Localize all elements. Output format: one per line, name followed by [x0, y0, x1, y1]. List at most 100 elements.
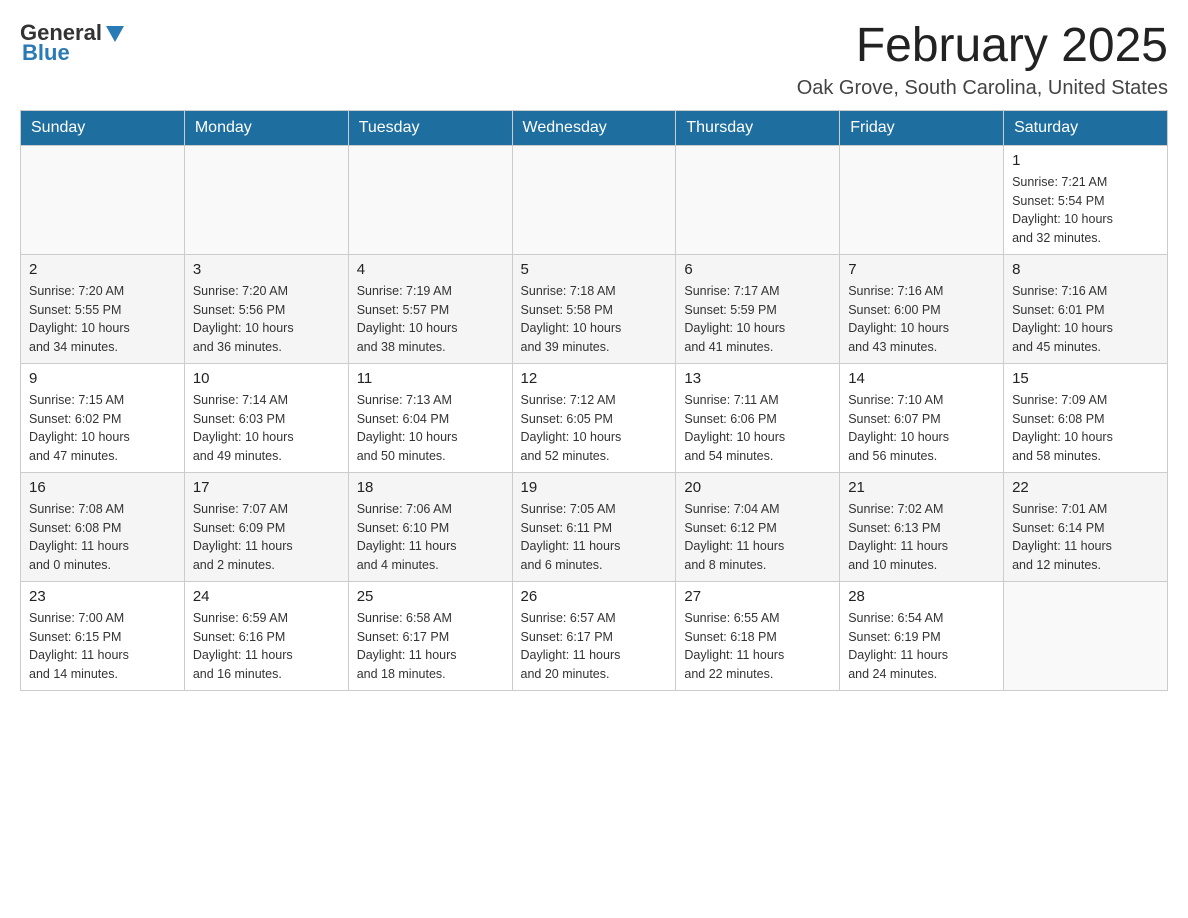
day-number: 22	[1012, 479, 1159, 496]
weekday-header-row: SundayMondayTuesdayWednesdayThursdayFrid…	[21, 110, 1168, 145]
day-number: 20	[684, 479, 831, 496]
day-info: Sunrise: 7:13 AM Sunset: 6:04 PM Dayligh…	[357, 391, 504, 466]
calendar-day-cell: 26 Sunrise: 6:57 AM Sunset: 6:17 PM Dayli…	[512, 581, 676, 690]
calendar-empty-cell	[1004, 581, 1168, 690]
day-number: 1	[1012, 152, 1159, 169]
weekday-header-wednesday: Wednesday	[512, 110, 676, 145]
calendar-empty-cell	[348, 145, 512, 254]
day-number: 4	[357, 261, 504, 278]
day-info: Sunrise: 7:00 AM Sunset: 6:15 PM Dayligh…	[29, 609, 176, 684]
calendar-day-cell: 24 Sunrise: 6:59 AM Sunset: 6:16 PM Dayli…	[184, 581, 348, 690]
day-info: Sunrise: 7:16 AM Sunset: 6:00 PM Dayligh…	[848, 282, 995, 357]
day-number: 26	[521, 588, 668, 605]
day-info: Sunrise: 7:16 AM Sunset: 6:01 PM Dayligh…	[1012, 282, 1159, 357]
day-number: 17	[193, 479, 340, 496]
location-title: Oak Grove, South Carolina, United States	[797, 77, 1168, 100]
day-info: Sunrise: 7:07 AM Sunset: 6:09 PM Dayligh…	[193, 500, 340, 575]
day-info: Sunrise: 6:54 AM Sunset: 6:19 PM Dayligh…	[848, 609, 995, 684]
weekday-header-sunday: Sunday	[21, 110, 185, 145]
day-info: Sunrise: 7:01 AM Sunset: 6:14 PM Dayligh…	[1012, 500, 1159, 575]
calendar-day-cell: 22 Sunrise: 7:01 AM Sunset: 6:14 PM Dayli…	[1004, 472, 1168, 581]
day-info: Sunrise: 7:20 AM Sunset: 5:56 PM Dayligh…	[193, 282, 340, 357]
calendar-day-cell: 4 Sunrise: 7:19 AM Sunset: 5:57 PM Daylig…	[348, 254, 512, 363]
day-number: 18	[357, 479, 504, 496]
calendar-day-cell: 20 Sunrise: 7:04 AM Sunset: 6:12 PM Dayli…	[676, 472, 840, 581]
calendar-day-cell: 9Sunrise: 7:15 AM Sunset: 6:02 PM Daylig…	[21, 363, 185, 472]
calendar-day-cell: 6Sunrise: 7:17 AM Sunset: 5:59 PM Daylig…	[676, 254, 840, 363]
day-info: Sunrise: 7:11 AM Sunset: 6:06 PM Dayligh…	[684, 391, 831, 466]
calendar-day-cell: 12 Sunrise: 7:12 AM Sunset: 6:05 PM Dayli…	[512, 363, 676, 472]
calendar-day-cell: 2 Sunrise: 7:20 AM Sunset: 5:55 PM Daylig…	[21, 254, 185, 363]
calendar-table: SundayMondayTuesdayWednesdayThursdayFrid…	[20, 110, 1168, 691]
day-info: Sunrise: 6:55 AM Sunset: 6:18 PM Dayligh…	[684, 609, 831, 684]
calendar-day-cell: 10 Sunrise: 7:14 AM Sunset: 6:03 PM Dayli…	[184, 363, 348, 472]
day-info: Sunrise: 7:21 AM Sunset: 5:54 PM Dayligh…	[1012, 173, 1159, 248]
calendar-day-cell: 3Sunrise: 7:20 AM Sunset: 5:56 PM Daylig…	[184, 254, 348, 363]
calendar-day-cell: 1 Sunrise: 7:21 AM Sunset: 5:54 PM Daylig…	[1004, 145, 1168, 254]
calendar-day-cell: 7 Sunrise: 7:16 AM Sunset: 6:00 PM Daylig…	[840, 254, 1004, 363]
calendar-week-row: 1 Sunrise: 7:21 AM Sunset: 5:54 PM Daylig…	[21, 145, 1168, 254]
day-number: 19	[521, 479, 668, 496]
day-info: Sunrise: 7:17 AM Sunset: 5:59 PM Dayligh…	[684, 282, 831, 357]
weekday-header-monday: Monday	[184, 110, 348, 145]
calendar-day-cell: 14Sunrise: 7:10 AM Sunset: 6:07 PM Dayli…	[840, 363, 1004, 472]
day-number: 13	[684, 370, 831, 387]
calendar-day-cell: 15Sunrise: 7:09 AM Sunset: 6:08 PM Dayli…	[1004, 363, 1168, 472]
calendar-day-cell: 5 Sunrise: 7:18 AM Sunset: 5:58 PM Daylig…	[512, 254, 676, 363]
calendar-day-cell: 11 Sunrise: 7:13 AM Sunset: 6:04 PM Dayli…	[348, 363, 512, 472]
day-info: Sunrise: 7:14 AM Sunset: 6:03 PM Dayligh…	[193, 391, 340, 466]
logo-icon	[104, 22, 126, 44]
day-info: Sunrise: 6:58 AM Sunset: 6:17 PM Dayligh…	[357, 609, 504, 684]
calendar-day-cell: 8 Sunrise: 7:16 AM Sunset: 6:01 PM Daylig…	[1004, 254, 1168, 363]
calendar-day-cell: 27Sunrise: 6:55 AM Sunset: 6:18 PM Dayli…	[676, 581, 840, 690]
logo-blue-text: Blue	[22, 40, 70, 66]
day-number: 16	[29, 479, 176, 496]
day-info: Sunrise: 7:19 AM Sunset: 5:57 PM Dayligh…	[357, 282, 504, 357]
calendar-day-cell: 28 Sunrise: 6:54 AM Sunset: 6:19 PM Dayli…	[840, 581, 1004, 690]
calendar-empty-cell	[512, 145, 676, 254]
weekday-header-tuesday: Tuesday	[348, 110, 512, 145]
calendar-empty-cell	[840, 145, 1004, 254]
day-info: Sunrise: 6:57 AM Sunset: 6:17 PM Dayligh…	[521, 609, 668, 684]
calendar-day-cell: 13 Sunrise: 7:11 AM Sunset: 6:06 PM Dayli…	[676, 363, 840, 472]
day-info: Sunrise: 7:15 AM Sunset: 6:02 PM Dayligh…	[29, 391, 176, 466]
calendar-empty-cell	[676, 145, 840, 254]
day-number: 11	[357, 370, 504, 387]
logo: General Blue	[20, 20, 126, 66]
calendar-day-cell: 18 Sunrise: 7:06 AM Sunset: 6:10 PM Dayli…	[348, 472, 512, 581]
calendar-day-cell: 23 Sunrise: 7:00 AM Sunset: 6:15 PM Dayli…	[21, 581, 185, 690]
calendar-week-row: 2 Sunrise: 7:20 AM Sunset: 5:55 PM Daylig…	[21, 254, 1168, 363]
day-number: 10	[193, 370, 340, 387]
calendar-day-cell: 21 Sunrise: 7:02 AM Sunset: 6:13 PM Dayli…	[840, 472, 1004, 581]
day-number: 2	[29, 261, 176, 278]
page-header: General Blue February 2025 Oak Grove, So…	[20, 20, 1168, 100]
day-info: Sunrise: 7:18 AM Sunset: 5:58 PM Dayligh…	[521, 282, 668, 357]
calendar-day-cell: 16 Sunrise: 7:08 AM Sunset: 6:08 PM Dayli…	[21, 472, 185, 581]
calendar-empty-cell	[184, 145, 348, 254]
day-info: Sunrise: 6:59 AM Sunset: 6:16 PM Dayligh…	[193, 609, 340, 684]
weekday-header-friday: Friday	[840, 110, 1004, 145]
day-number: 5	[521, 261, 668, 278]
calendar-day-cell: 19Sunrise: 7:05 AM Sunset: 6:11 PM Dayli…	[512, 472, 676, 581]
day-info: Sunrise: 7:08 AM Sunset: 6:08 PM Dayligh…	[29, 500, 176, 575]
day-info: Sunrise: 7:02 AM Sunset: 6:13 PM Dayligh…	[848, 500, 995, 575]
day-info: Sunrise: 7:10 AM Sunset: 6:07 PM Dayligh…	[848, 391, 995, 466]
calendar-empty-cell	[21, 145, 185, 254]
day-number: 23	[29, 588, 176, 605]
weekday-header-saturday: Saturday	[1004, 110, 1168, 145]
day-number: 12	[521, 370, 668, 387]
day-number: 24	[193, 588, 340, 605]
day-number: 7	[848, 261, 995, 278]
day-info: Sunrise: 7:04 AM Sunset: 6:12 PM Dayligh…	[684, 500, 831, 575]
day-number: 21	[848, 479, 995, 496]
weekday-header-thursday: Thursday	[676, 110, 840, 145]
day-number: 28	[848, 588, 995, 605]
day-info: Sunrise: 7:06 AM Sunset: 6:10 PM Dayligh…	[357, 500, 504, 575]
title-block: February 2025 Oak Grove, South Carolina,…	[797, 20, 1168, 100]
day-info: Sunrise: 7:12 AM Sunset: 6:05 PM Dayligh…	[521, 391, 668, 466]
day-number: 25	[357, 588, 504, 605]
calendar-week-row: 9Sunrise: 7:15 AM Sunset: 6:02 PM Daylig…	[21, 363, 1168, 472]
day-info: Sunrise: 7:20 AM Sunset: 5:55 PM Dayligh…	[29, 282, 176, 357]
day-number: 8	[1012, 261, 1159, 278]
calendar-week-row: 16 Sunrise: 7:08 AM Sunset: 6:08 PM Dayli…	[21, 472, 1168, 581]
